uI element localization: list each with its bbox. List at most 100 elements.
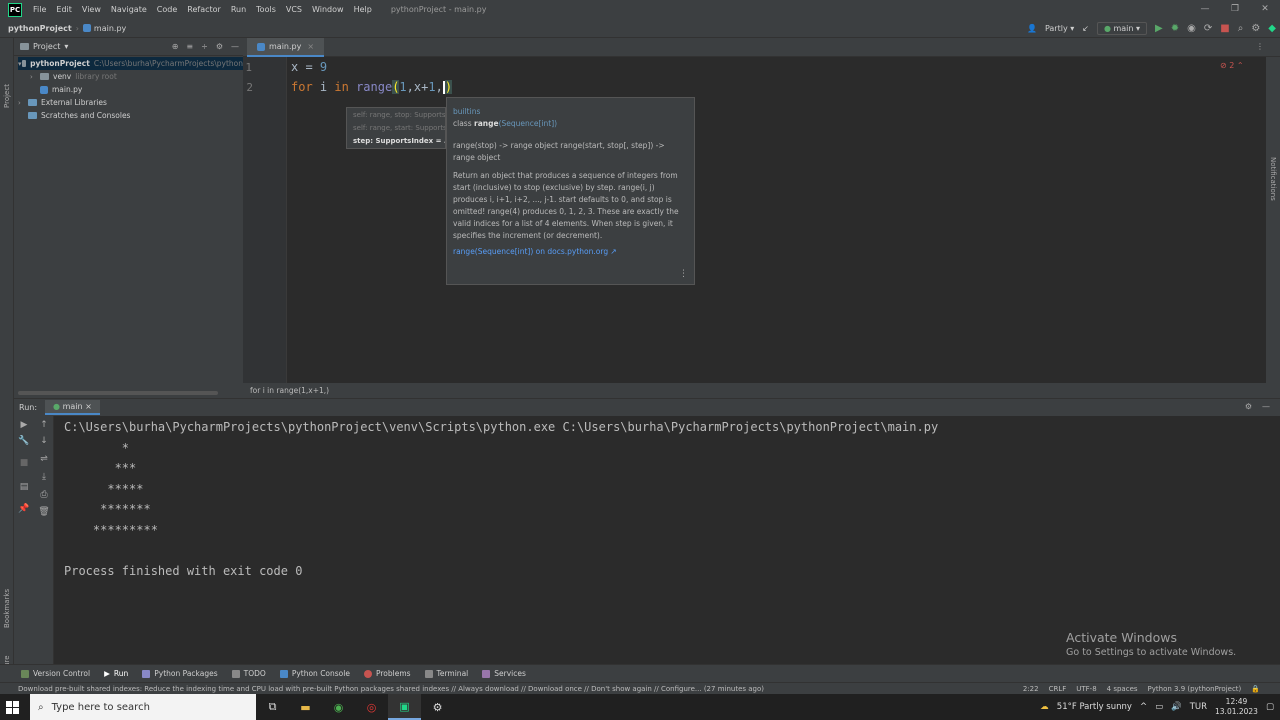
clock[interactable]: 12:49 13.01.2023 — [1215, 697, 1258, 717]
tree-item-main-py[interactable]: main.py — [18, 83, 243, 96]
settings-icon[interactable]: ⚙ — [421, 694, 454, 720]
code-line-1[interactable]: x = 9 — [291, 60, 327, 74]
docs-link[interactable]: range(Sequence[int]) on docs.python.org … — [453, 246, 688, 258]
coverage-icon[interactable]: ◉ — [1187, 23, 1196, 34]
file-encoding[interactable]: UTF-8 — [1076, 685, 1096, 693]
tree-item-venv[interactable]: › venv library root — [18, 70, 243, 83]
run-tab-main[interactable]: ● main × — [45, 400, 100, 415]
tool-terminal[interactable]: Terminal — [418, 669, 476, 678]
hide-panel-icon[interactable]: — — [1262, 402, 1270, 411]
obs-icon[interactable]: ◎ — [355, 694, 388, 720]
menu-run[interactable]: Run — [226, 5, 251, 14]
volume-icon[interactable]: 🔊 — [1171, 702, 1182, 712]
chevron-right-icon[interactable]: › — [30, 73, 40, 81]
up-arrow-icon[interactable]: ↑ — [37, 420, 51, 432]
run-configuration-select[interactable]: ● main ▾ — [1096, 22, 1148, 35]
project-tool-label[interactable]: Project — [3, 84, 11, 108]
layout-icon[interactable]: ▤ — [17, 482, 31, 494]
settings-gear-icon[interactable]: ⚙ — [1251, 23, 1260, 34]
rerun-icon[interactable]: ▶ — [17, 420, 31, 432]
chevron-right-icon[interactable]: › — [18, 99, 28, 107]
status-message[interactable]: Download pre-built shared indexes: Reduc… — [0, 685, 764, 693]
indent-setting[interactable]: 4 spaces — [1107, 685, 1138, 693]
account-label[interactable]: Partly ▾ — [1045, 24, 1074, 33]
back-arrow-icon[interactable]: ↙ — [1082, 24, 1089, 33]
code-editor[interactable]: x = 9 for i in range(1,x+1,) — [288, 57, 1266, 383]
profile-icon[interactable]: ⟳ — [1204, 23, 1212, 34]
task-view-icon[interactable]: ⧉ — [256, 694, 289, 720]
tool-python-console[interactable]: Python Console — [273, 669, 357, 678]
show-hidden-icons-icon[interactable]: ^ — [1140, 702, 1147, 712]
notifications-tool-label[interactable]: Notifications — [1269, 157, 1277, 201]
pin-icon[interactable]: 📌 — [17, 504, 31, 516]
file-explorer-icon[interactable]: ▬ — [289, 694, 322, 720]
expand-icon[interactable]: ÷ — [201, 42, 208, 51]
soft-wrap-icon[interactable]: ⇌ — [37, 454, 51, 466]
menu-navigate[interactable]: Navigate — [106, 5, 152, 14]
menu-refactor[interactable]: Refactor — [182, 5, 226, 14]
menu-view[interactable]: View — [77, 5, 106, 14]
line-separator[interactable]: CRLF — [1049, 685, 1067, 693]
search-icon[interactable]: ⌕ — [1238, 23, 1244, 34]
stop-icon[interactable]: ■ — [17, 458, 31, 470]
chrome-icon[interactable]: ◉ — [322, 694, 355, 720]
more-tabs-icon[interactable]: ⋮ — [1256, 42, 1264, 51]
start-button[interactable] — [0, 694, 24, 720]
tool-services[interactable]: Services — [475, 669, 533, 678]
tool-python-packages[interactable]: Python Packages — [135, 669, 224, 678]
stop-icon[interactable]: ■ — [1220, 23, 1229, 34]
menu-help[interactable]: Help — [349, 5, 377, 14]
trash-icon[interactable]: 🗑 — [37, 507, 51, 519]
network-icon[interactable]: ▭ — [1155, 702, 1163, 712]
menu-window[interactable]: Window — [307, 5, 349, 14]
taskbar-search-box[interactable]: ⌕ Type here to search — [30, 694, 256, 720]
more-options-icon[interactable]: ⋮ — [679, 268, 688, 280]
close-icon[interactable]: ✕ — [1250, 0, 1280, 19]
user-icon[interactable]: 👤 — [1027, 24, 1037, 33]
tree-item-external-libraries[interactable]: › External Libraries — [18, 96, 243, 109]
tree-item-scratches[interactable]: Scratches and Consoles — [18, 109, 243, 122]
print-icon[interactable]: ⎙ — [37, 490, 51, 502]
maximize-icon[interactable]: ❐ — [1220, 0, 1250, 19]
doc-module[interactable]: builtins — [453, 106, 688, 118]
weather-text[interactable]: 51°F Partly sunny — [1057, 702, 1132, 712]
language-indicator[interactable]: TUR — [1190, 702, 1207, 712]
breadcrumb-project[interactable]: pythonProject — [0, 24, 72, 33]
breadcrumb-file[interactable]: main.py — [94, 24, 126, 33]
lock-icon[interactable]: 🔒 — [1251, 685, 1260, 693]
tool-run[interactable]: ▶ Run — [97, 669, 135, 678]
error-count-badge[interactable]: ⊘ 2 ⌃ — [1220, 61, 1244, 70]
down-arrow-icon[interactable]: ↓ — [37, 436, 51, 448]
console-output[interactable]: C:\Users\burha\PycharmProjects\pythonPro… — [54, 416, 1280, 664]
horizontal-scrollbar[interactable] — [18, 391, 218, 395]
python-interpreter[interactable]: Python 3.9 (pythonProject) — [1148, 685, 1242, 693]
run-icon[interactable]: ▶ — [1155, 23, 1163, 34]
options-gear-icon[interactable]: ⚙ — [216, 42, 223, 51]
code-line-2[interactable]: for i in range(1,x+1,) — [291, 80, 453, 94]
menu-file[interactable]: File — [28, 5, 51, 14]
notifications-icon[interactable]: ▢ — [1266, 702, 1274, 712]
weather-icon[interactable]: ☁ — [1040, 702, 1049, 712]
project-panel-title[interactable]: Project — [33, 42, 60, 51]
minimize-icon[interactable]: — — [1190, 0, 1220, 19]
close-tab-icon[interactable]: × — [307, 42, 314, 51]
tool-version-control[interactable]: Version Control — [14, 669, 97, 678]
wrench-icon[interactable]: 🔧 — [17, 436, 31, 448]
locate-icon[interactable]: ⊕ — [172, 42, 179, 51]
updates-icon[interactable]: ◆ — [1268, 23, 1276, 34]
tool-problems[interactable]: Problems — [357, 669, 418, 678]
pycharm-taskbar-icon[interactable]: ▣ — [388, 694, 421, 720]
hide-icon[interactable]: — — [231, 42, 239, 51]
menu-code[interactable]: Code — [152, 5, 182, 14]
menu-tools[interactable]: Tools — [251, 5, 281, 14]
run-settings-gear-icon[interactable]: ⚙ — [1245, 402, 1252, 411]
editor-breadcrumb[interactable]: for i in range(1,x+1,) — [243, 383, 1280, 398]
bookmarks-tool-label[interactable]: Bookmarks — [3, 589, 11, 628]
debug-icon[interactable]: ✹ — [1171, 23, 1179, 34]
tool-todo[interactable]: TODO — [225, 669, 273, 678]
scroll-to-end-icon[interactable]: ⤓ — [37, 472, 51, 484]
menu-edit[interactable]: Edit — [51, 5, 77, 14]
caret-position[interactable]: 2:22 — [1023, 685, 1039, 693]
tree-item-project-root[interactable]: ▾ pythonProject C:\Users\burha\PycharmPr… — [18, 57, 243, 70]
tab-main-py[interactable]: main.py × — [247, 38, 325, 57]
